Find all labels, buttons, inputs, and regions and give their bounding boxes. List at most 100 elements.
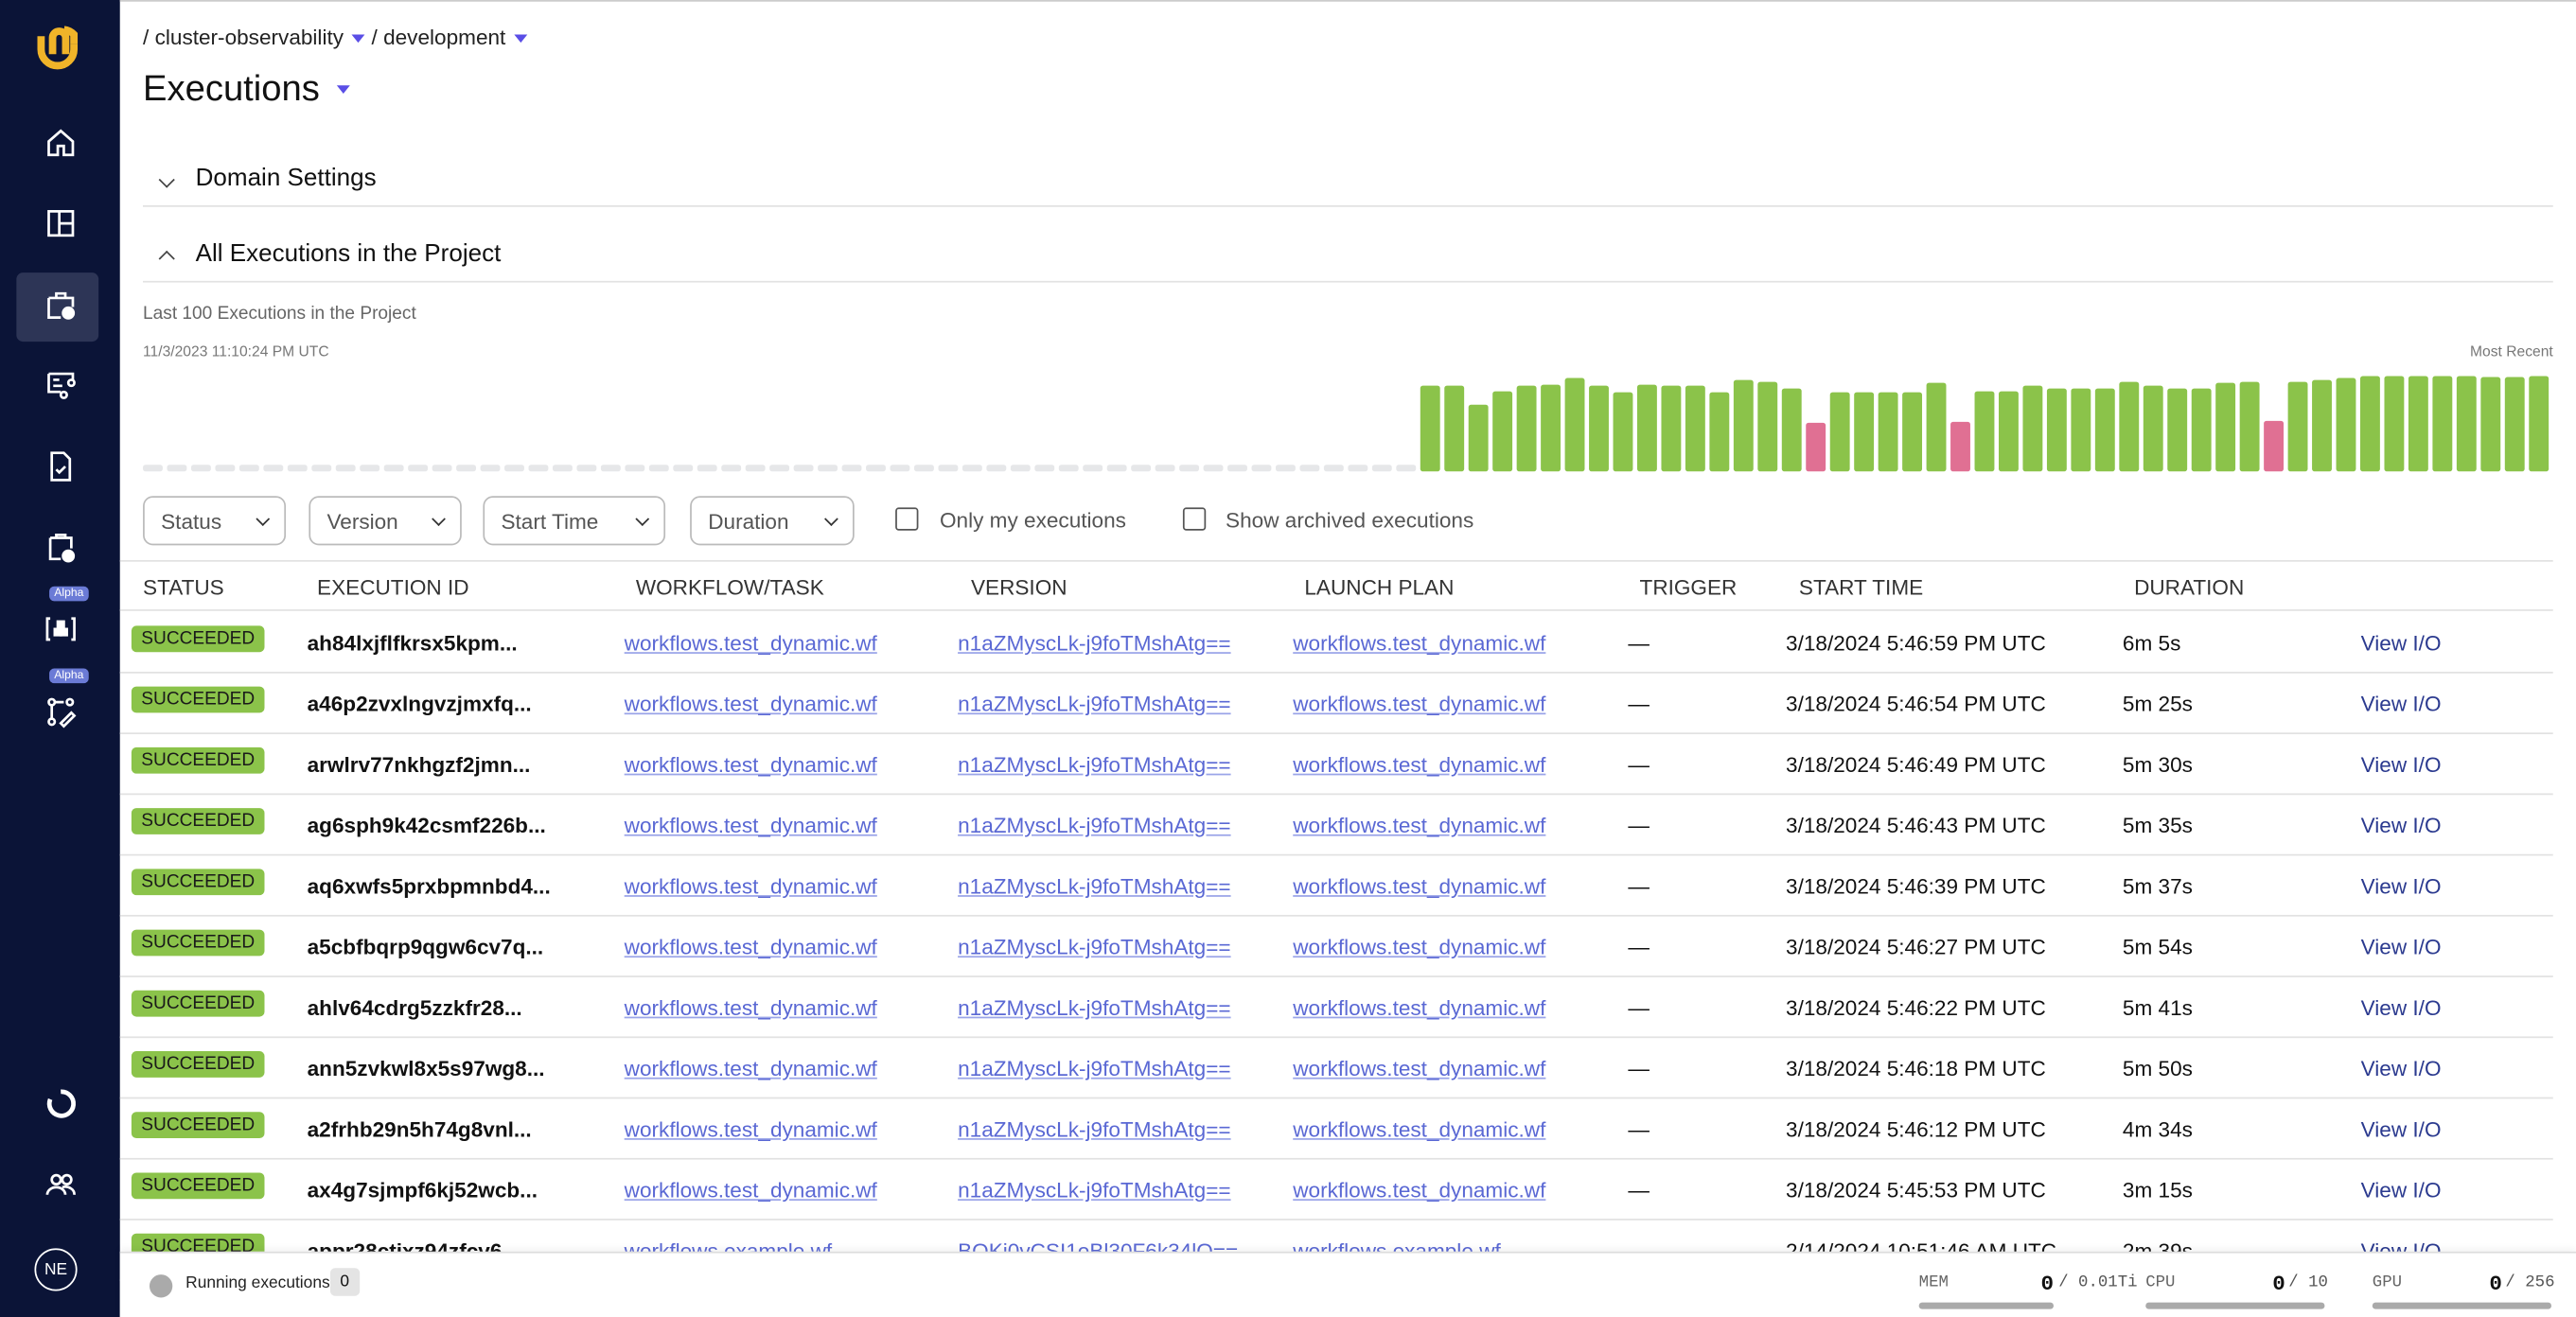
succeeded-execution-bar[interactable] — [1974, 391, 1995, 472]
succeeded-execution-bar[interactable] — [1854, 392, 1875, 472]
launch-plan-link[interactable]: workflows.test_dynamic.wf — [1293, 935, 1545, 959]
succeeded-execution-bar[interactable] — [1492, 391, 1513, 472]
view-io-link[interactable]: View I/O — [2361, 813, 2442, 837]
succeeded-execution-bar[interactable] — [1613, 392, 1633, 472]
succeeded-execution-bar[interactable] — [2287, 381, 2308, 472]
succeeded-execution-bar[interactable] — [2094, 388, 2115, 472]
version-link[interactable]: n1aZMyscLk-j9foTMshAtg== — [958, 1178, 1231, 1203]
succeeded-execution-bar[interactable] — [1564, 378, 1585, 472]
users-icon[interactable] — [0, 1151, 120, 1217]
version-link[interactable]: n1aZMyscLk-j9foTMshAtg== — [958, 935, 1231, 959]
succeeded-execution-bar[interactable] — [1757, 381, 1778, 472]
succeeded-execution-bar[interactable] — [2480, 377, 2501, 472]
execution-id[interactable]: a5cbfbqrp9qgw6cv7q... — [308, 935, 544, 959]
launch-plan-link[interactable]: workflows.test_dynamic.wf — [1293, 752, 1545, 777]
tasks-icon[interactable] — [0, 433, 120, 499]
launch-plan-link[interactable]: workflows.test_dynamic.wf — [1293, 692, 1545, 716]
show-archived-checkbox[interactable] — [1182, 507, 1207, 531]
execution-id[interactable]: ax4g7sjmpf6kj52wcb... — [308, 1178, 538, 1203]
table-row[interactable]: SUCCEEDED ah84lxjflfkrsx5kpm... workflows.… — [119, 611, 2553, 674]
launch-plan-link[interactable]: workflows.test_dynamic.wf — [1293, 1178, 1545, 1203]
succeeded-execution-bar[interactable] — [1444, 385, 1465, 472]
succeeded-execution-bar[interactable] — [2071, 388, 2091, 472]
execution-id[interactable]: ag6sph9k42csmf226b... — [308, 813, 546, 837]
succeeded-execution-bar[interactable] — [1781, 388, 1802, 472]
succeeded-execution-bar[interactable] — [1420, 385, 1440, 472]
succeeded-execution-bar[interactable] — [1685, 385, 1705, 472]
view-io-link[interactable]: View I/O — [2361, 874, 2442, 899]
view-io-link[interactable]: View I/O — [2361, 935, 2442, 959]
all-executions-toggle[interactable]: All Executions in the Project — [158, 239, 501, 268]
succeeded-execution-bar[interactable] — [2046, 388, 2067, 472]
execution-id[interactable]: ann5zvkwl8x5s97wg8... — [308, 1056, 545, 1080]
logo-icon[interactable] — [33, 22, 82, 79]
view-io-link[interactable]: View I/O — [2361, 631, 2442, 656]
succeeded-execution-bar[interactable] — [1636, 384, 1657, 472]
only-my-executions-label[interactable]: Only my executions — [940, 507, 1126, 532]
view-io-link[interactable]: View I/O — [2361, 1178, 2442, 1203]
only-my-executions-checkbox[interactable] — [895, 507, 919, 531]
workflow-link[interactable]: workflows.test_dynamic.wf — [625, 874, 877, 899]
status-filter[interactable]: Status — [143, 496, 287, 546]
view-io-link[interactable]: View I/O — [2361, 995, 2442, 1020]
succeeded-execution-bar[interactable] — [1926, 382, 1947, 472]
version-link[interactable]: n1aZMyscLk-j9foTMshAtg== — [958, 1116, 1231, 1141]
page-title[interactable]: Executions — [143, 67, 356, 110]
loading-ring-icon[interactable] — [0, 1071, 120, 1136]
table-row[interactable]: SUCCEEDED arwlrv77nkhgzf2jmn... workflows.… — [119, 732, 2553, 796]
succeeded-execution-bar[interactable] — [2191, 388, 2212, 472]
execution-id[interactable]: aq6xwfs5prxbpmnbd4... — [308, 874, 551, 899]
succeeded-execution-bar[interactable] — [2384, 376, 2405, 472]
succeeded-execution-bar[interactable] — [2456, 376, 2477, 472]
succeeded-execution-bar[interactable] — [2432, 376, 2453, 472]
execution-id[interactable]: a2frhb29n5h74g8vnl... — [308, 1116, 532, 1141]
execution-id[interactable]: a46p2zvxlngvzjmxfq... — [308, 692, 532, 716]
succeeded-execution-bar[interactable] — [1516, 385, 1537, 472]
succeeded-execution-bar[interactable] — [2408, 376, 2428, 472]
succeeded-execution-bar[interactable] — [2215, 382, 2236, 472]
view-io-link[interactable]: View I/O — [2361, 692, 2442, 716]
workflow-link[interactable]: workflows.test_dynamic.wf — [625, 813, 877, 837]
launch-plan-link[interactable]: workflows.test_dynamic.wf — [1293, 995, 1545, 1020]
launch-plan-link[interactable]: workflows.test_dynamic.wf — [1293, 1116, 1545, 1141]
version-filter[interactable]: Version — [309, 496, 462, 546]
version-link[interactable]: n1aZMyscLk-j9foTMshAtg== — [958, 1056, 1231, 1080]
succeeded-execution-bar[interactable] — [1541, 384, 1561, 472]
breadcrumb-project[interactable]: cluster-observability — [155, 25, 344, 49]
succeeded-execution-bar[interactable] — [2312, 379, 2332, 472]
workflow-link[interactable]: workflows.test_dynamic.wf — [625, 1116, 877, 1141]
succeeded-execution-bar[interactable] — [2119, 381, 2140, 472]
launch-plan-link[interactable]: workflows.test_dynamic.wf — [1293, 813, 1545, 837]
workflow-link[interactable]: workflows.test_dynamic.wf — [625, 631, 877, 656]
table-row[interactable]: SUCCEEDED a5cbfbqrp9qgw6cv7q... workflows.… — [119, 915, 2553, 977]
failed-execution-bar[interactable] — [1806, 422, 1826, 472]
avatar[interactable]: NE — [34, 1248, 78, 1291]
succeeded-execution-bar[interactable] — [2529, 376, 2550, 472]
breadcrumb-domain[interactable]: development — [383, 25, 505, 49]
table-row[interactable]: SUCCEEDED ag6sph9k42csmf226b... workflows.… — [119, 793, 2553, 856]
succeeded-execution-bar[interactable] — [1829, 392, 1850, 472]
version-link[interactable]: n1aZMyscLk-j9foTMshAtg== — [958, 631, 1231, 656]
home-icon[interactable] — [0, 110, 120, 175]
launch-plans-icon[interactable] — [0, 514, 120, 579]
succeeded-execution-bar[interactable] — [1589, 385, 1609, 472]
artifacts-icon[interactable]: Alpha — [0, 586, 120, 661]
table-row[interactable]: SUCCEEDED ann5zvkwl8x5s97wg8... workflows.… — [119, 1036, 2553, 1099]
table-row[interactable]: SUCCEEDED a2frhb29n5h74g8vnl... workflows.… — [119, 1098, 2553, 1160]
succeeded-execution-bar[interactable] — [2336, 378, 2356, 472]
version-link[interactable]: n1aZMyscLk-j9foTMshAtg== — [958, 692, 1231, 716]
version-link[interactable]: n1aZMyscLk-j9foTMshAtg== — [958, 752, 1231, 777]
execution-id[interactable]: ah84lxjflfkrsx5kpm... — [308, 631, 518, 656]
succeeded-execution-bar[interactable] — [2022, 385, 2043, 472]
table-row[interactable]: SUCCEEDED ahlv64cdrg5zzkfr28... workflows.… — [119, 975, 2553, 1039]
succeeded-execution-bar[interactable] — [2239, 381, 2260, 472]
succeeded-execution-bar[interactable] — [1468, 404, 1489, 472]
version-link[interactable]: n1aZMyscLk-j9foTMshAtg== — [958, 874, 1231, 899]
start-time-filter[interactable]: Start Time — [483, 496, 666, 546]
failed-execution-bar[interactable] — [2264, 420, 2285, 472]
workflow-link[interactable]: workflows.test_dynamic.wf — [625, 692, 877, 716]
running-executions-label[interactable]: Running executions — [185, 1274, 329, 1292]
succeeded-execution-bar[interactable] — [2167, 388, 2188, 472]
view-io-link[interactable]: View I/O — [2361, 1056, 2442, 1080]
executions-icon[interactable] — [0, 272, 120, 338]
